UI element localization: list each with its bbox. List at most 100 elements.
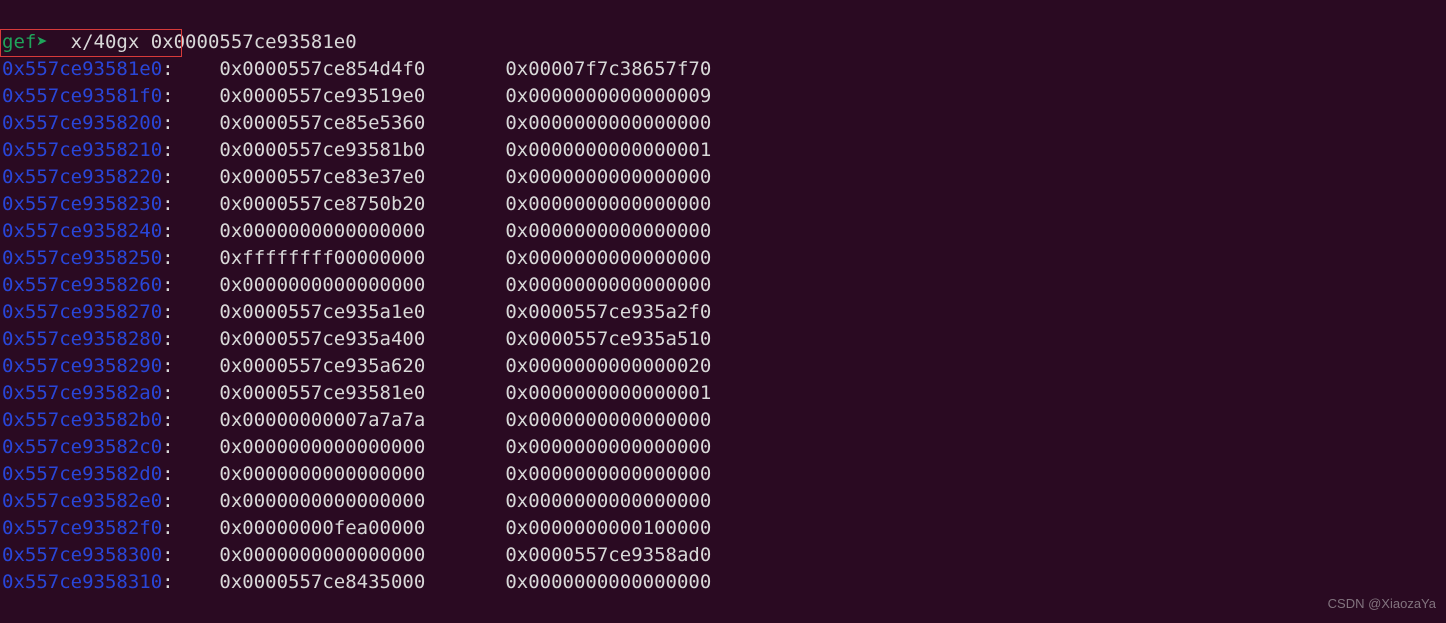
colon-sep: : xyxy=(162,517,173,539)
colon-sep: : xyxy=(162,490,173,512)
colon-sep: : xyxy=(162,571,173,593)
colon-sep: : xyxy=(162,544,173,566)
gap xyxy=(174,436,220,458)
memory-address: 0x557ce9358210 xyxy=(2,139,162,161)
gap xyxy=(174,58,220,80)
memory-value-2: 0x0000000000000000 xyxy=(505,409,711,431)
memory-value-2: 0x0000000000000000 xyxy=(505,571,711,593)
memory-row: 0x557ce9358210: 0x0000557ce93581b0 0x000… xyxy=(2,139,711,161)
memory-row: 0x557ce9358250: 0xffffffff00000000 0x000… xyxy=(2,247,711,269)
gap xyxy=(425,247,505,269)
memory-row: 0x557ce9358220: 0x0000557ce83e37e0 0x000… xyxy=(2,166,711,188)
gap xyxy=(425,544,505,566)
colon-sep: : xyxy=(162,247,173,269)
gap xyxy=(174,355,220,377)
memory-address: 0x557ce9358290 xyxy=(2,355,162,377)
memory-row: 0x557ce93581e0: 0x0000557ce854d4f0 0x000… xyxy=(2,58,711,80)
gap xyxy=(174,85,220,107)
colon-sep: : xyxy=(162,463,173,485)
memory-address: 0x557ce93581f0 xyxy=(2,85,162,107)
memory-value-1: 0xffffffff00000000 xyxy=(219,247,425,269)
memory-value-2: 0x00007f7c38657f70 xyxy=(505,58,711,80)
memory-address: 0x557ce9358220 xyxy=(2,166,162,188)
colon-sep: : xyxy=(162,436,173,458)
gap xyxy=(425,301,505,323)
memory-value-1: 0x0000000000000000 xyxy=(219,220,425,242)
colon-sep: : xyxy=(162,409,173,431)
memory-address: 0x557ce9358200 xyxy=(2,112,162,134)
memory-address: 0x557ce9358280 xyxy=(2,328,162,350)
gap xyxy=(174,382,220,404)
gap xyxy=(425,274,505,296)
terminal-output[interactable]: gef➤ x/40gx 0x0000557ce93581e0 0x557ce93… xyxy=(0,0,1446,623)
gap xyxy=(174,193,220,215)
memory-value-1: 0x0000557ce8750b20 xyxy=(219,193,425,215)
memory-value-2: 0x0000557ce935a510 xyxy=(505,328,711,350)
colon-sep: : xyxy=(162,328,173,350)
memory-row: 0x557ce9358310: 0x0000557ce8435000 0x000… xyxy=(2,571,711,593)
memory-row: 0x557ce9358260: 0x0000000000000000 0x000… xyxy=(2,274,711,296)
memory-address: 0x557ce9358300 xyxy=(2,544,162,566)
memory-value-1: 0x0000557ce854d4f0 xyxy=(219,58,425,80)
memory-value-1: 0x0000557ce93581e0 xyxy=(219,382,425,404)
gap xyxy=(425,355,505,377)
memory-row: 0x557ce93581f0: 0x0000557ce93519e0 0x000… xyxy=(2,85,711,107)
gap xyxy=(174,301,220,323)
memory-value-2: 0x0000000000000000 xyxy=(505,112,711,134)
memory-value-1: 0x0000557ce8435000 xyxy=(219,571,425,593)
gap xyxy=(174,571,220,593)
memory-address: 0x557ce9358310 xyxy=(2,571,162,593)
memory-row: 0x557ce9358240: 0x0000000000000000 0x000… xyxy=(2,220,711,242)
memory-row: 0x557ce93582e0: 0x0000000000000000 0x000… xyxy=(2,490,711,512)
memory-value-1: 0x0000557ce935a620 xyxy=(219,355,425,377)
memory-row: 0x557ce9358290: 0x0000557ce935a620 0x000… xyxy=(2,355,711,377)
gap xyxy=(174,274,220,296)
gap xyxy=(425,112,505,134)
memory-value-1: 0x0000000000000000 xyxy=(219,274,425,296)
memory-address: 0x557ce93582c0 xyxy=(2,436,162,458)
memory-value-2: 0x0000000000000000 xyxy=(505,166,711,188)
memory-address: 0x557ce9358250 xyxy=(2,247,162,269)
memory-address: 0x557ce9358240 xyxy=(2,220,162,242)
memory-address: 0x557ce93582e0 xyxy=(2,490,162,512)
gap xyxy=(425,166,505,188)
gap xyxy=(174,409,220,431)
gap xyxy=(425,139,505,161)
memory-value-2: 0x0000000000000000 xyxy=(505,463,711,485)
memory-value-1: 0x0000000000000000 xyxy=(219,490,425,512)
memory-value-2: 0x0000557ce9358ad0 xyxy=(505,544,711,566)
memory-address: 0x557ce93582f0 xyxy=(2,517,162,539)
memory-value-2: 0x0000000000000000 xyxy=(505,247,711,269)
colon-sep: : xyxy=(162,193,173,215)
memory-row: 0x557ce9358200: 0x0000557ce85e5360 0x000… xyxy=(2,112,711,134)
gap xyxy=(174,517,220,539)
gap xyxy=(174,220,220,242)
gap xyxy=(425,58,505,80)
gap xyxy=(174,328,220,350)
gap xyxy=(425,220,505,242)
memory-value-1: 0x00000000fea00000 xyxy=(219,517,425,539)
colon-sep: : xyxy=(162,220,173,242)
memory-dump-rows: 0x557ce93581e0: 0x0000557ce854d4f0 0x000… xyxy=(2,56,1446,596)
gap xyxy=(425,490,505,512)
memory-value-2: 0x0000000000000020 xyxy=(505,355,711,377)
colon-sep: : xyxy=(162,301,173,323)
memory-value-1: 0x0000557ce935a1e0 xyxy=(219,301,425,323)
memory-value-1: 0x0000000000000000 xyxy=(219,544,425,566)
colon-sep: : xyxy=(162,139,173,161)
memory-value-2: 0x0000000000100000 xyxy=(505,517,711,539)
prompt-line: gef➤ x/40gx 0x0000557ce93581e0 xyxy=(2,31,357,53)
memory-row: 0x557ce9358270: 0x0000557ce935a1e0 0x000… xyxy=(2,301,711,323)
gap xyxy=(174,463,220,485)
memory-address: 0x557ce93582a0 xyxy=(2,382,162,404)
memory-value-2: 0x0000000000000000 xyxy=(505,490,711,512)
memory-address: 0x557ce9358260 xyxy=(2,274,162,296)
gap xyxy=(425,409,505,431)
memory-address: 0x557ce93582d0 xyxy=(2,463,162,485)
memory-row: 0x557ce93582a0: 0x0000557ce93581e0 0x000… xyxy=(2,382,711,404)
colon-sep: : xyxy=(162,58,173,80)
memory-value-1: 0x0000557ce83e37e0 xyxy=(219,166,425,188)
memory-value-2: 0x0000000000000000 xyxy=(505,220,711,242)
gap xyxy=(174,112,220,134)
memory-value-2: 0x0000000000000000 xyxy=(505,274,711,296)
